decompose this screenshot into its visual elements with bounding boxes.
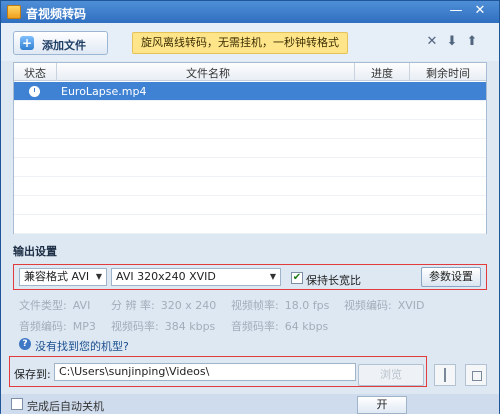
keep-ratio-checkbox[interactable]: ✔ — [291, 272, 303, 284]
empty-row — [14, 158, 486, 177]
clock-icon — [29, 86, 40, 97]
file-name: EuroLapse.mp4 — [61, 85, 147, 98]
folder-icon[interactable] — [434, 364, 456, 386]
parameter-settings-button[interactable]: 参数设置 — [421, 267, 481, 287]
title-bar: 音视频转码 — ✕ — [1, 1, 499, 23]
codec-select[interactable]: AVI 320x240 XVID ▼ — [111, 268, 281, 286]
info-file-type: 文件类型: AVI — [19, 299, 91, 312]
empty-row — [14, 196, 486, 215]
info-frame-rate: 视频帧率: 18.0 fps — [231, 299, 330, 312]
format-settings-row: 兼容格式 AVI ▼ AVI 320x240 XVID ▼ ✔ 保持长宽比 参数… — [13, 264, 487, 290]
info-audio-bitrate: 音频码率: 64 kbps — [231, 320, 329, 333]
codec-select-value: AVI 320x240 XVID — [116, 270, 216, 283]
info-resolution: 分 辨 率: 320 x 240 — [111, 299, 217, 312]
format-select-value: 兼容格式 AVI — [24, 270, 90, 283]
save-path-input[interactable]: C:\Users\sunjinping\Videos\ — [54, 363, 356, 381]
output-settings-title: 输出设置 — [13, 245, 57, 258]
minimize-button[interactable]: — — [445, 1, 467, 21]
toolbar: + 添加文件 旋风离线转码，无需挂机，一秒钟转格式 ✕ ⬇ ⬆ — [1, 23, 499, 61]
info-video-bitrate: 视频码率: 384 kbps — [111, 320, 216, 333]
close-button[interactable]: ✕ — [469, 1, 491, 21]
empty-row — [14, 215, 486, 234]
list-item[interactable]: EuroLapse.mp4 — [14, 82, 486, 101]
format-select[interactable]: 兼容格式 AVI ▼ — [19, 268, 107, 286]
list-header: 状态 文件名称 进度 剩余时间 — [14, 63, 486, 81]
column-file-name[interactable]: 文件名称 — [186, 65, 230, 81]
empty-row — [14, 139, 486, 158]
auto-shutdown-label: 完成后自动关机 — [27, 400, 104, 413]
start-button[interactable]: 开 — [357, 396, 407, 414]
chevron-down-icon: ▼ — [269, 272, 276, 281]
move-up-icon[interactable]: ⬆ — [465, 35, 479, 49]
plus-icon: + — [20, 36, 34, 50]
browse-button[interactable]: 浏览 — [358, 364, 424, 386]
promo-banner[interactable]: 旋风离线转码，无需挂机，一秒钟转格式 — [132, 32, 348, 54]
info-video-codec: 视频编码: XVID — [344, 299, 425, 312]
window-title: 音视频转码 — [26, 7, 87, 21]
add-file-label: 添加文件 — [42, 39, 86, 52]
bottom-bar: 完成后自动关机 开 — [1, 394, 499, 414]
move-down-icon[interactable]: ⬇ — [445, 35, 459, 49]
column-status[interactable]: 状态 — [24, 65, 46, 81]
add-file-button[interactable]: + 添加文件 — [13, 31, 108, 55]
converter-window: 音视频转码 — ✕ + 添加文件 旋风离线转码，无需挂机，一秒钟转格式 ✕ ⬇ … — [0, 0, 500, 414]
delete-icon[interactable]: ✕ — [425, 35, 439, 49]
keep-ratio-label: 保持长宽比 — [306, 274, 361, 287]
info-audio-codec: 音频编码: MP3 — [19, 320, 96, 333]
question-icon: ? — [19, 338, 31, 350]
save-to-label: 保存到: — [14, 368, 51, 381]
file-list: 状态 文件名称 进度 剩余时间 EuroLapse.mp4 — [13, 62, 487, 234]
empty-row — [14, 177, 486, 196]
empty-row — [14, 120, 486, 139]
chevron-down-icon: ▼ — [95, 272, 102, 281]
device-not-found-link[interactable]: 没有找到您的机型? — [35, 338, 129, 354]
app-icon — [7, 5, 21, 19]
empty-row — [14, 101, 486, 120]
auto-shutdown-checkbox[interactable] — [11, 398, 23, 410]
open-folder-icon[interactable] — [465, 364, 487, 386]
column-progress[interactable]: 进度 — [371, 65, 393, 81]
column-remaining[interactable]: 剩余时间 — [426, 65, 470, 81]
